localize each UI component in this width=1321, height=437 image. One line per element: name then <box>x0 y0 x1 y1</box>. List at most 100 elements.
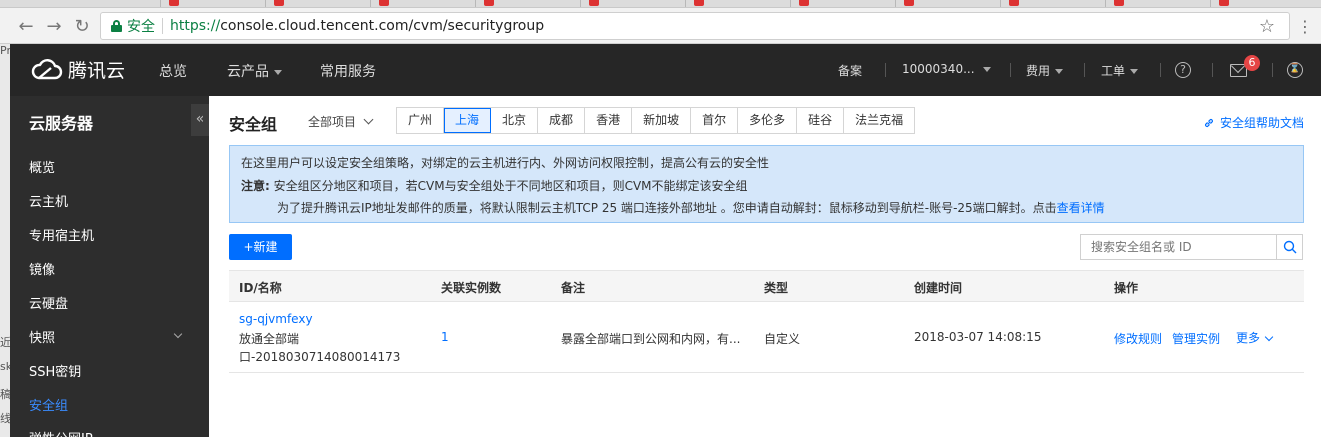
help-doc-link[interactable]: 安全组帮助文档 <box>1203 114 1304 131</box>
notice-line-2: 注意: 安全组区分地区和项目，若CVM与安全组处于不同地区和项目，则CVM不能绑… <box>241 177 748 194</box>
clock-icon[interactable]: ⌛ <box>1287 62 1303 78</box>
sidebar-item-cloud-disks[interactable]: 云硬盘 <box>29 293 68 312</box>
browser-tab[interactable] <box>895 0 965 7</box>
tencent-cloud-logo[interactable]: 腾讯云 <box>30 56 125 83</box>
notice-text: 为了提升腾讯云IP地址发邮件的质量，将默认限制云主机TCP 25 端口连接外部地… <box>277 201 1057 215</box>
browser-tab[interactable] <box>475 0 545 7</box>
sidebar-collapse-icon[interactable]: « <box>191 104 209 136</box>
new-button[interactable]: +新建 <box>229 234 292 260</box>
manage-instances-link[interactable]: 管理实例 <box>1172 330 1220 347</box>
view-details-link[interactable]: 查看详情 <box>1057 201 1105 215</box>
header-instances: 关联实例数 <box>441 281 502 295</box>
nav-fees[interactable]: 费用 <box>1026 62 1064 79</box>
chevron-down-icon[interactable] <box>173 329 183 339</box>
browser-toolbar: ← → ↻ 安全 https://console.cloud.tencent.c… <box>0 8 1321 44</box>
table-header: ID/名称 关联实例数 备注 类型 创建时间 操作 <box>229 270 1304 302</box>
background-text: 稿 <box>0 388 10 401</box>
browser-tab[interactable] <box>580 0 650 7</box>
header-remark: 备注 <box>561 281 586 295</box>
browser-tab[interactable] <box>160 0 230 7</box>
region-tab-seoul[interactable]: 首尔 <box>691 108 739 133</box>
notice-line-3: 为了提升腾讯云IP地址发邮件的质量，将默认限制云主机TCP 25 端口连接外部地… <box>277 199 1105 216</box>
chevron-down-icon <box>363 114 374 125</box>
url-scheme: https:// <box>170 18 221 34</box>
security-group-id-link[interactable]: sg-qjvmfexy <box>239 312 313 326</box>
sidebar-item-dedicated-hosts[interactable]: 专用宿主机 <box>29 225 94 244</box>
nav-products[interactable]: 云产品 <box>227 61 282 81</box>
region-tab-chengdu[interactable]: 成都 <box>538 108 586 133</box>
region-tabs: 广州 上海 北京 成都 香港 新加坡 首尔 多伦多 硅谷 法兰克福 <box>396 107 916 134</box>
caret-down-icon <box>982 67 991 72</box>
sidebar-item-security-groups[interactable]: 安全组 <box>29 395 68 414</box>
sidebar-item-instances[interactable]: 云主机 <box>29 191 68 210</box>
region-tab-singapore[interactable]: 新加坡 <box>632 108 692 133</box>
notice-text: 安全组区分地区和项目，若CVM与安全组处于不同地区和项目，则CVM不能绑定该安全… <box>273 179 748 193</box>
background-text: sk <box>0 360 10 373</box>
project-select-value: 全部项目 <box>308 115 357 129</box>
region-tab-beijing[interactable]: 北京 <box>491 108 539 133</box>
address-bar[interactable]: 安全 https://console.cloud.tencent.com/cvm… <box>100 12 1290 40</box>
sidebar-item-images[interactable]: 镜像 <box>29 259 55 278</box>
browser-tab[interactable] <box>265 0 335 7</box>
region-tab-toronto[interactable]: 多伦多 <box>738 108 798 133</box>
help-icon[interactable]: ? <box>1175 62 1191 78</box>
link-icon <box>1204 118 1214 127</box>
notice-label: 注意: <box>241 179 270 193</box>
background-text: 近 <box>0 336 10 349</box>
main-content: 安全组 全部项目 广州 上海 北京 成都 香港 新加坡 首尔 多伦多 硅谷 法兰… <box>209 96 1321 437</box>
region-tab-hongkong[interactable]: 香港 <box>585 108 633 133</box>
nav-beian[interactable]: 备案 <box>838 62 862 79</box>
url-text: console.cloud.tencent.com/cvm/securitygr… <box>220 18 545 34</box>
instance-count-link[interactable]: 1 <box>441 330 449 344</box>
background-text: Pr <box>0 44 10 57</box>
address-divider <box>162 18 163 34</box>
project-select[interactable]: 全部项目 <box>308 113 374 130</box>
browser-tab[interactable] <box>685 0 755 7</box>
back-icon[interactable]: ← <box>16 16 36 37</box>
browser-tab[interactable] <box>790 0 860 7</box>
nav-products-label: 云产品 <box>227 64 269 80</box>
sidebar: 云服务器 « 概览 云主机 专用宿主机 镜像 云硬盘 快照 SSH密钥 安全组 … <box>10 96 209 437</box>
help-doc-label: 安全组帮助文档 <box>1219 116 1304 130</box>
nav-common-services[interactable]: 常用服务 <box>320 61 376 81</box>
security-group-name: 放通全部端 <box>239 332 300 346</box>
browser-tab-strip <box>0 0 1321 8</box>
reload-icon[interactable]: ↻ <box>72 16 92 37</box>
search-icon <box>1283 240 1296 254</box>
forward-icon[interactable]: → <box>44 16 64 37</box>
sidebar-item-elastic-ip[interactable]: 弹性公网IP <box>29 428 93 437</box>
browser-tab[interactable] <box>1210 0 1280 7</box>
browser-tab[interactable] <box>370 0 440 7</box>
sidebar-item-snapshots[interactable]: 快照 <box>29 327 55 346</box>
sidebar-title: 云服务器 <box>29 114 94 133</box>
search-input[interactable] <box>1081 235 1276 259</box>
caret-down-icon <box>1055 69 1064 74</box>
search-button[interactable] <box>1276 235 1302 259</box>
region-tab-silicon-valley[interactable]: 硅谷 <box>797 108 845 133</box>
region-tab-shanghai[interactable]: 上海 <box>444 108 492 133</box>
more-actions-button[interactable]: 更多 <box>1236 329 1274 346</box>
browser-tab[interactable] <box>1000 0 1070 7</box>
sidebar-item-ssh-keys[interactable]: SSH密钥 <box>29 361 81 380</box>
caret-down-icon <box>274 69 282 75</box>
edit-rules-link[interactable]: 修改规则 <box>1114 330 1162 347</box>
region-tab-guangzhou[interactable]: 广州 <box>397 108 445 133</box>
security-group-name: 口-2018030714080014173 <box>239 350 401 364</box>
search-box <box>1080 234 1303 260</box>
header-type: 类型 <box>764 281 789 295</box>
table-row: sg-qjvmfexy 放通全部端 口-2018030714080014173 … <box>229 302 1304 373</box>
sidebar-item-overview[interactable]: 概览 <box>29 157 55 176</box>
nav-account[interactable]: 10000340... <box>902 62 991 76</box>
browser-tab[interactable] <box>1105 0 1175 7</box>
nav-divider <box>1010 63 1011 77</box>
browser-menu-icon[interactable]: ⋮ <box>1297 17 1313 36</box>
nav-tickets[interactable]: 工单 <box>1101 62 1139 79</box>
logo-text: 腾讯云 <box>68 60 126 82</box>
header-created: 创建时间 <box>914 281 963 295</box>
secure-label: 安全 <box>127 19 155 35</box>
lock-icon <box>111 20 122 32</box>
nav-overview[interactable]: 总览 <box>159 61 187 81</box>
bookmark-star-icon[interactable]: ☆ <box>1259 16 1275 37</box>
background-window-edge: Pr 近 sk 稿 线 <box>0 44 10 437</box>
region-tab-frankfurt[interactable]: 法兰克福 <box>844 108 915 133</box>
